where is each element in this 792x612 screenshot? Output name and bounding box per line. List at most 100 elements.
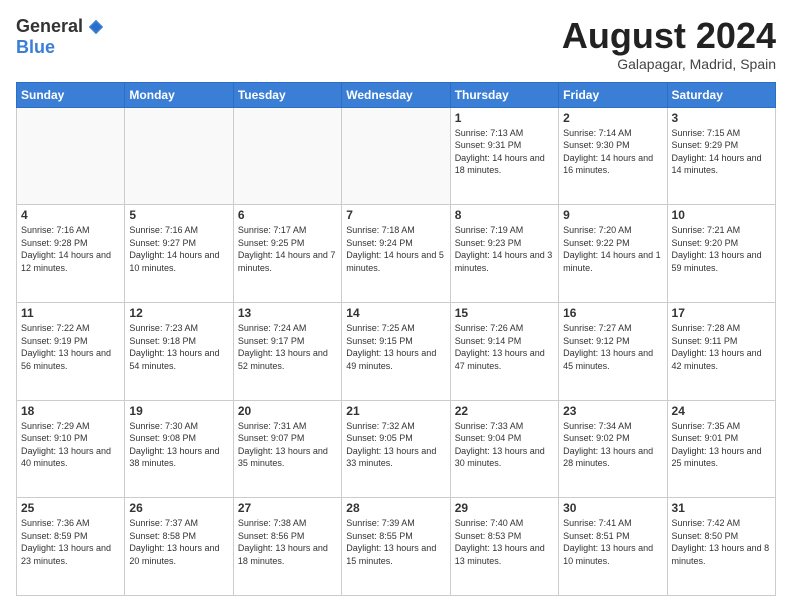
day-number: 6	[238, 208, 337, 222]
calendar-day-25: 25 Sunrise: 7:36 AMSunset: 8:59 PMDayligh…	[17, 498, 125, 596]
day-info: Sunrise: 7:42 AMSunset: 8:50 PMDaylight:…	[672, 517, 771, 567]
day-info: Sunrise: 7:21 AMSunset: 9:20 PMDaylight:…	[672, 224, 771, 274]
day-number: 5	[129, 208, 228, 222]
day-info: Sunrise: 7:22 AMSunset: 9:19 PMDaylight:…	[21, 322, 120, 372]
calendar-header-sunday: Sunday	[17, 82, 125, 107]
calendar-day-28: 28Sunrise: 7:39 AMSunset: 8:55 PMDayligh…	[342, 498, 450, 596]
day-number: 13	[238, 306, 337, 320]
day-info: Sunrise: 7:36 AMSunset: 8:59 PMDaylight:…	[21, 517, 120, 567]
day-number: 12	[129, 306, 228, 320]
page: General Blue August 2024 Galapagar, Madr…	[0, 0, 792, 612]
day-number: 18	[21, 404, 120, 418]
calendar-day-30: 30 Sunrise: 7:41 AMSunset: 8:51 PMDayligh…	[559, 498, 667, 596]
day-info: Sunrise: 7:16 AMSunset: 9:28 PMDaylight:…	[21, 224, 120, 274]
calendar-header-wednesday: Wednesday	[342, 82, 450, 107]
logo: General Blue	[16, 16, 105, 58]
day-number: 30	[563, 501, 662, 515]
day-number: 4	[21, 208, 120, 222]
calendar-header-friday: Friday	[559, 82, 667, 107]
location: Galapagar, Madrid, Spain	[562, 56, 776, 72]
day-info: Sunrise: 7:29 AMSunset: 9:10 PMDaylight:…	[21, 420, 120, 470]
day-number: 21	[346, 404, 445, 418]
calendar-day-16: 16 Sunrise: 7:27 AMSunset: 9:12 PMDayligh…	[559, 302, 667, 400]
day-info: Sunrise: 7:37 AMSunset: 8:58 PMDaylight:…	[129, 517, 228, 567]
calendar-day-empty-1	[125, 107, 233, 205]
day-number: 29	[455, 501, 554, 515]
calendar-week-3: 11 Sunrise: 7:22 AMSunset: 9:19 PMDayligh…	[17, 302, 776, 400]
day-number: 10	[672, 208, 771, 222]
day-number: 24	[672, 404, 771, 418]
month-year: August 2024	[562, 16, 776, 56]
day-info: Sunrise: 7:33 AMSunset: 9:04 PMDaylight:…	[455, 420, 554, 470]
calendar-day-27: 27Sunrise: 7:38 AMSunset: 8:56 PMDayligh…	[233, 498, 341, 596]
day-info: Sunrise: 7:17 AMSunset: 9:25 PMDaylight:…	[238, 224, 337, 274]
calendar-day-empty-0	[17, 107, 125, 205]
day-number: 9	[563, 208, 662, 222]
calendar-day-11: 11 Sunrise: 7:22 AMSunset: 9:19 PMDayligh…	[17, 302, 125, 400]
calendar-day-29: 29 Sunrise: 7:40 AMSunset: 8:53 PMDayligh…	[450, 498, 558, 596]
day-info: Sunrise: 7:39 AMSunset: 8:55 PMDaylight:…	[346, 517, 445, 567]
calendar-header-monday: Monday	[125, 82, 233, 107]
calendar-day-12: 12 Sunrise: 7:23 AMSunset: 9:18 PMDayligh…	[125, 302, 233, 400]
calendar-day-5: 5 Sunrise: 7:16 AMSunset: 9:27 PMDaylight…	[125, 205, 233, 303]
day-info: Sunrise: 7:23 AMSunset: 9:18 PMDaylight:…	[129, 322, 228, 372]
calendar-week-4: 18 Sunrise: 7:29 AMSunset: 9:10 PMDayligh…	[17, 400, 776, 498]
calendar-day-6: 6 Sunrise: 7:17 AMSunset: 9:25 PMDaylight…	[233, 205, 341, 303]
calendar-day-1: 1Sunrise: 7:13 AMSunset: 9:31 PMDaylight…	[450, 107, 558, 205]
day-info: Sunrise: 7:20 AMSunset: 9:22 PMDaylight:…	[563, 224, 662, 274]
calendar-day-18: 18 Sunrise: 7:29 AMSunset: 9:10 PMDayligh…	[17, 400, 125, 498]
calendar-day-9: 9 Sunrise: 7:20 AMSunset: 9:22 PMDaylight…	[559, 205, 667, 303]
day-number: 16	[563, 306, 662, 320]
day-info: Sunrise: 7:28 AMSunset: 9:11 PMDaylight:…	[672, 322, 771, 372]
day-info: Sunrise: 7:31 AMSunset: 9:07 PMDaylight:…	[238, 420, 337, 470]
day-number: 8	[455, 208, 554, 222]
day-info: Sunrise: 7:14 AMSunset: 9:30 PMDaylight:…	[563, 127, 662, 177]
day-info: Sunrise: 7:24 AMSunset: 9:17 PMDaylight:…	[238, 322, 337, 372]
calendar-header-tuesday: Tuesday	[233, 82, 341, 107]
day-number: 25	[21, 501, 120, 515]
day-info: Sunrise: 7:30 AMSunset: 9:08 PMDaylight:…	[129, 420, 228, 470]
calendar-day-13: 13 Sunrise: 7:24 AMSunset: 9:17 PMDayligh…	[233, 302, 341, 400]
calendar-table: SundayMondayTuesdayWednesdayThursdayFrid…	[16, 82, 776, 596]
calendar-day-23: 23Sunrise: 7:34 AMSunset: 9:02 PMDayligh…	[559, 400, 667, 498]
day-info: Sunrise: 7:41 AMSunset: 8:51 PMDaylight:…	[563, 517, 662, 567]
day-number: 26	[129, 501, 228, 515]
header: General Blue August 2024 Galapagar, Madr…	[16, 16, 776, 72]
calendar-day-15: 15Sunrise: 7:26 AMSunset: 9:14 PMDayligh…	[450, 302, 558, 400]
day-info: Sunrise: 7:34 AMSunset: 9:02 PMDaylight:…	[563, 420, 662, 470]
day-number: 14	[346, 306, 445, 320]
calendar-day-20: 20 Sunrise: 7:31 AMSunset: 9:07 PMDayligh…	[233, 400, 341, 498]
calendar-day-3: 3 Sunrise: 7:15 AMSunset: 9:29 PMDaylight…	[667, 107, 775, 205]
logo-general-text: General	[16, 16, 83, 37]
day-info: Sunrise: 7:25 AMSunset: 9:15 PMDaylight:…	[346, 322, 445, 372]
day-info: Sunrise: 7:40 AMSunset: 8:53 PMDaylight:…	[455, 517, 554, 567]
title-area: August 2024 Galapagar, Madrid, Spain	[562, 16, 776, 72]
day-number: 22	[455, 404, 554, 418]
calendar-day-14: 14 Sunrise: 7:25 AMSunset: 9:15 PMDayligh…	[342, 302, 450, 400]
calendar-header-row: SundayMondayTuesdayWednesdayThursdayFrid…	[17, 82, 776, 107]
day-info: Sunrise: 7:15 AMSunset: 9:29 PMDaylight:…	[672, 127, 771, 177]
day-number: 3	[672, 111, 771, 125]
calendar-week-2: 4 Sunrise: 7:16 AMSunset: 9:28 PMDaylight…	[17, 205, 776, 303]
day-number: 17	[672, 306, 771, 320]
calendar-day-2: 2Sunrise: 7:14 AMSunset: 9:30 PMDaylight…	[559, 107, 667, 205]
day-info: Sunrise: 7:27 AMSunset: 9:12 PMDaylight:…	[563, 322, 662, 372]
logo-blue-text: Blue	[16, 37, 55, 58]
day-number: 27	[238, 501, 337, 515]
calendar-day-empty-3	[342, 107, 450, 205]
logo-icon	[87, 18, 105, 36]
day-number: 7	[346, 208, 445, 222]
day-info: Sunrise: 7:35 AMSunset: 9:01 PMDaylight:…	[672, 420, 771, 470]
calendar-day-17: 17 Sunrise: 7:28 AMSunset: 9:11 PMDayligh…	[667, 302, 775, 400]
calendar-day-7: 7Sunrise: 7:18 AMSunset: 9:24 PMDaylight…	[342, 205, 450, 303]
calendar-header-thursday: Thursday	[450, 82, 558, 107]
calendar-day-24: 24 Sunrise: 7:35 AMSunset: 9:01 PMDayligh…	[667, 400, 775, 498]
calendar-day-4: 4 Sunrise: 7:16 AMSunset: 9:28 PMDaylight…	[17, 205, 125, 303]
day-number: 11	[21, 306, 120, 320]
day-info: Sunrise: 7:16 AMSunset: 9:27 PMDaylight:…	[129, 224, 228, 274]
calendar-day-22: 22 Sunrise: 7:33 AMSunset: 9:04 PMDayligh…	[450, 400, 558, 498]
day-number: 1	[455, 111, 554, 125]
day-number: 20	[238, 404, 337, 418]
day-info: Sunrise: 7:26 AMSunset: 9:14 PMDaylight:…	[455, 322, 554, 372]
day-number: 19	[129, 404, 228, 418]
